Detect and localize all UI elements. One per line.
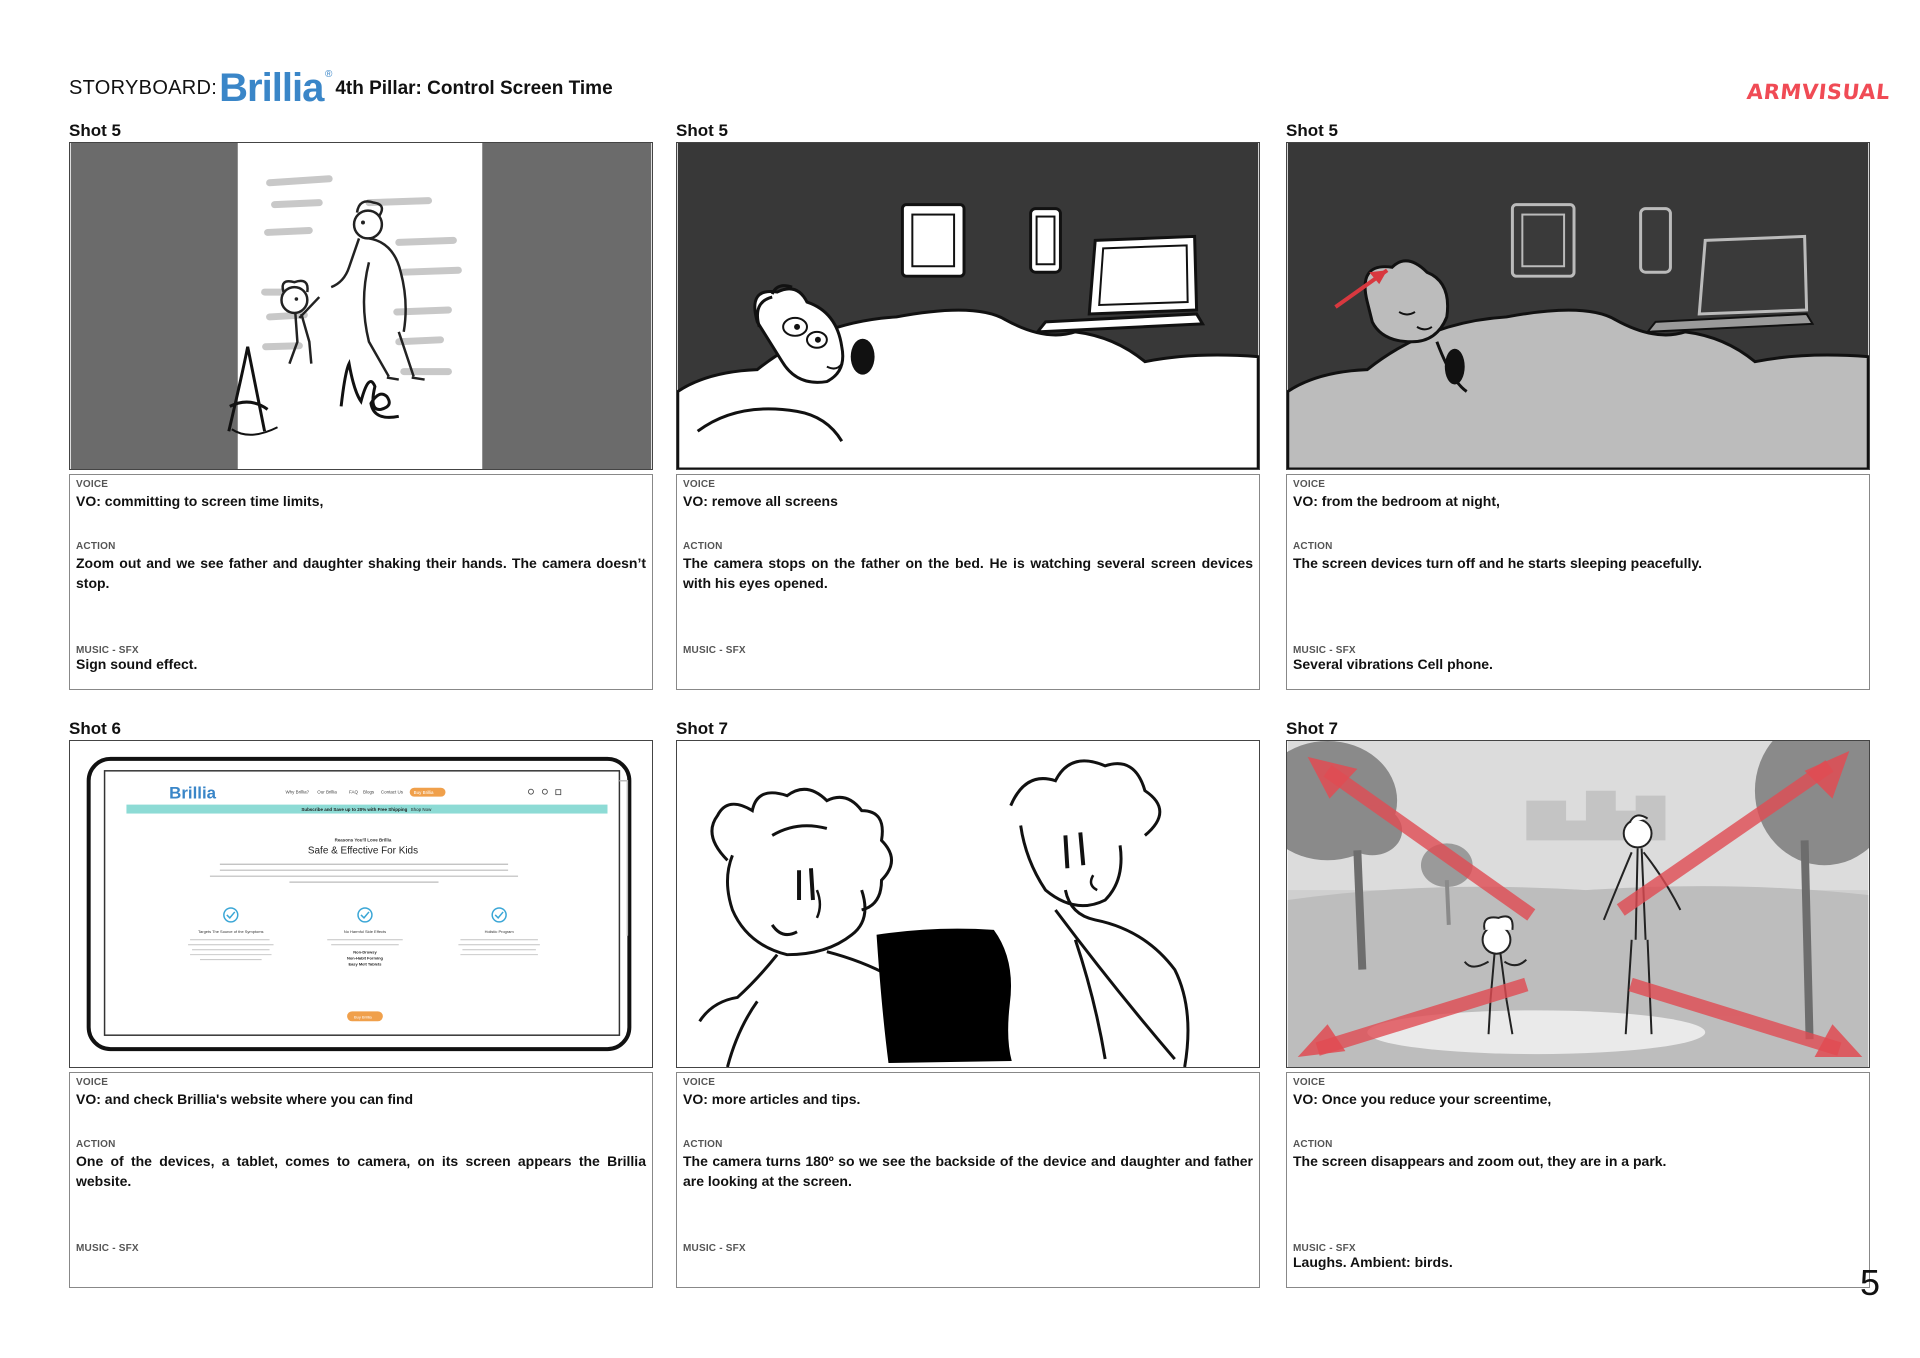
- brillia-logo: Brillia ®: [219, 66, 332, 110]
- armvisual-logo: ARMVISUAL: [1745, 80, 1892, 104]
- voice-label: VOICE: [76, 1077, 109, 1088]
- action-label: ACTION: [683, 1139, 723, 1150]
- tablet-nav-item: Blogs: [363, 790, 375, 795]
- shot-notes-1: VOICE VO: committing to screen time limit…: [69, 474, 653, 690]
- shot-frame-4: Brillia Why Brillia? Our Brillia FAQ Blo…: [69, 740, 653, 1068]
- action-label: ACTION: [683, 541, 723, 552]
- tablet-nav-item: Contact Us: [381, 790, 404, 795]
- tablet-feature-title: Targets The Source of the Symptoms: [198, 929, 263, 934]
- music-label: MUSIC - SFX: [683, 1243, 746, 1254]
- registered-mark: ®: [324, 69, 332, 80]
- shot-frame-1: [69, 142, 653, 470]
- voice-text: VO: remove all screens: [683, 493, 838, 509]
- tablet-brillia-logo: Brillia: [169, 784, 217, 803]
- storyboard-label: STORYBOARD:: [69, 77, 218, 99]
- tablet-nav-item: Why Brillia?: [285, 790, 309, 795]
- tablet-feature-point: Non-Habit Forming: [347, 956, 384, 961]
- sketch-father-bed-screens: [677, 143, 1259, 469]
- voice-text: VO: more articles and tips.: [683, 1091, 861, 1107]
- tablet-feature-title: No Harmful Side Effects: [344, 929, 386, 934]
- shot-frame-6: [1286, 740, 1870, 1068]
- shot-frame-5: [676, 740, 1260, 1068]
- music-text: Several vibrations Cell phone.: [1293, 656, 1493, 672]
- tablet-nav-item: Our Brillia: [317, 790, 337, 795]
- shot-frame-2: [676, 142, 1260, 470]
- sketch-handshake-paper: [70, 143, 652, 469]
- shot-label: Shot 5: [69, 121, 121, 140]
- action-text: The screen devices turn off and he start…: [1293, 555, 1702, 571]
- action-label: ACTION: [1293, 541, 1333, 552]
- sketch-park-scene: [1287, 741, 1869, 1067]
- shot-notes-4: VOICE VO: and check Brillia's website whe…: [69, 1072, 653, 1288]
- sketch-father-sleeping: [1287, 143, 1869, 469]
- action-label: ACTION: [76, 541, 116, 552]
- shot-notes-5: VOICE VO: more articles and tips. ACTION T…: [676, 1072, 1260, 1288]
- action-text: Zoom out and we see father and daughter …: [76, 555, 646, 591]
- voice-text: VO: committing to screen time limits,: [76, 493, 324, 509]
- shot-label: Shot 6: [69, 719, 121, 738]
- voice-label: VOICE: [76, 479, 109, 490]
- voice-label: VOICE: [1293, 1077, 1326, 1088]
- voice-label: VOICE: [683, 479, 716, 490]
- tablet-button: Buy Brillia: [354, 1014, 372, 1019]
- storyboard-header: STORYBOARD: Brillia ® 4th Pillar: Control…: [69, 60, 613, 110]
- tablet-feature-point: Non-Drowsy: [353, 950, 377, 955]
- action-text: The screen disappears and zoom out, they…: [1293, 1153, 1667, 1169]
- voice-label: VOICE: [1293, 479, 1326, 490]
- shot-frame-3: [1286, 142, 1870, 470]
- shot-label: Shot 5: [676, 121, 728, 140]
- action-text: The camera turns 180º so we see the back…: [683, 1153, 1253, 1189]
- page-number: 5: [1859, 1262, 1880, 1303]
- shot-label: Shot 5: [1286, 121, 1338, 140]
- tablet-nav-item: FAQ: [349, 790, 358, 795]
- tablet-feature-point: Easy Melt Tablets: [348, 962, 382, 967]
- music-label: MUSIC - SFX: [683, 645, 746, 656]
- action-label: ACTION: [1293, 1139, 1333, 1150]
- tablet-eyebrow: Reasons You'll Love Brillia: [335, 837, 392, 842]
- action-label: ACTION: [76, 1139, 116, 1150]
- voice-text: VO: and check Brillia's website where yo…: [76, 1091, 414, 1107]
- action-text: The camera stops on the father on the be…: [683, 555, 1253, 591]
- music-text: Sign sound effect.: [76, 656, 198, 672]
- tablet-heading: Safe & Effective For Kids: [308, 845, 418, 856]
- sketch-family-looking-device: [677, 741, 1259, 1067]
- brillia-logo-text: Brillia: [219, 66, 324, 110]
- shot-notes-6: VOICE VO: Once you reduce your screentime…: [1286, 1072, 1870, 1288]
- music-text: Laughs. Ambient: birds.: [1293, 1254, 1453, 1270]
- tablet-banner-link: Shop Now: [411, 807, 432, 812]
- sketch-tablet-website: Brillia Why Brillia? Our Brillia FAQ Blo…: [70, 741, 652, 1067]
- shot-notes-2: VOICE VO: remove all screens ACTION The ca…: [676, 474, 1260, 690]
- shot-notes-3: VOICE VO: from the bedroom at night, ACTI…: [1286, 474, 1870, 690]
- voice-text: VO: from the bedroom at night,: [1293, 493, 1500, 509]
- voice-label: VOICE: [683, 1077, 716, 1088]
- action-text: One of the devices, a tablet, comes to c…: [76, 1153, 646, 1189]
- storyboard-subtitle: 4th Pillar: Control Screen Time: [335, 78, 613, 99]
- music-label: MUSIC - SFX: [76, 1243, 139, 1254]
- tablet-cta: Buy Brillia: [414, 790, 434, 795]
- tablet-banner: Subscribe and Save up to 20% with Free S…: [301, 807, 407, 812]
- tablet-feature-title: Holistic Program: [485, 929, 515, 934]
- voice-text: VO: Once you reduce your screentime,: [1293, 1091, 1552, 1107]
- shot-label: Shot 7: [1286, 719, 1338, 738]
- shot-label: Shot 7: [676, 719, 728, 738]
